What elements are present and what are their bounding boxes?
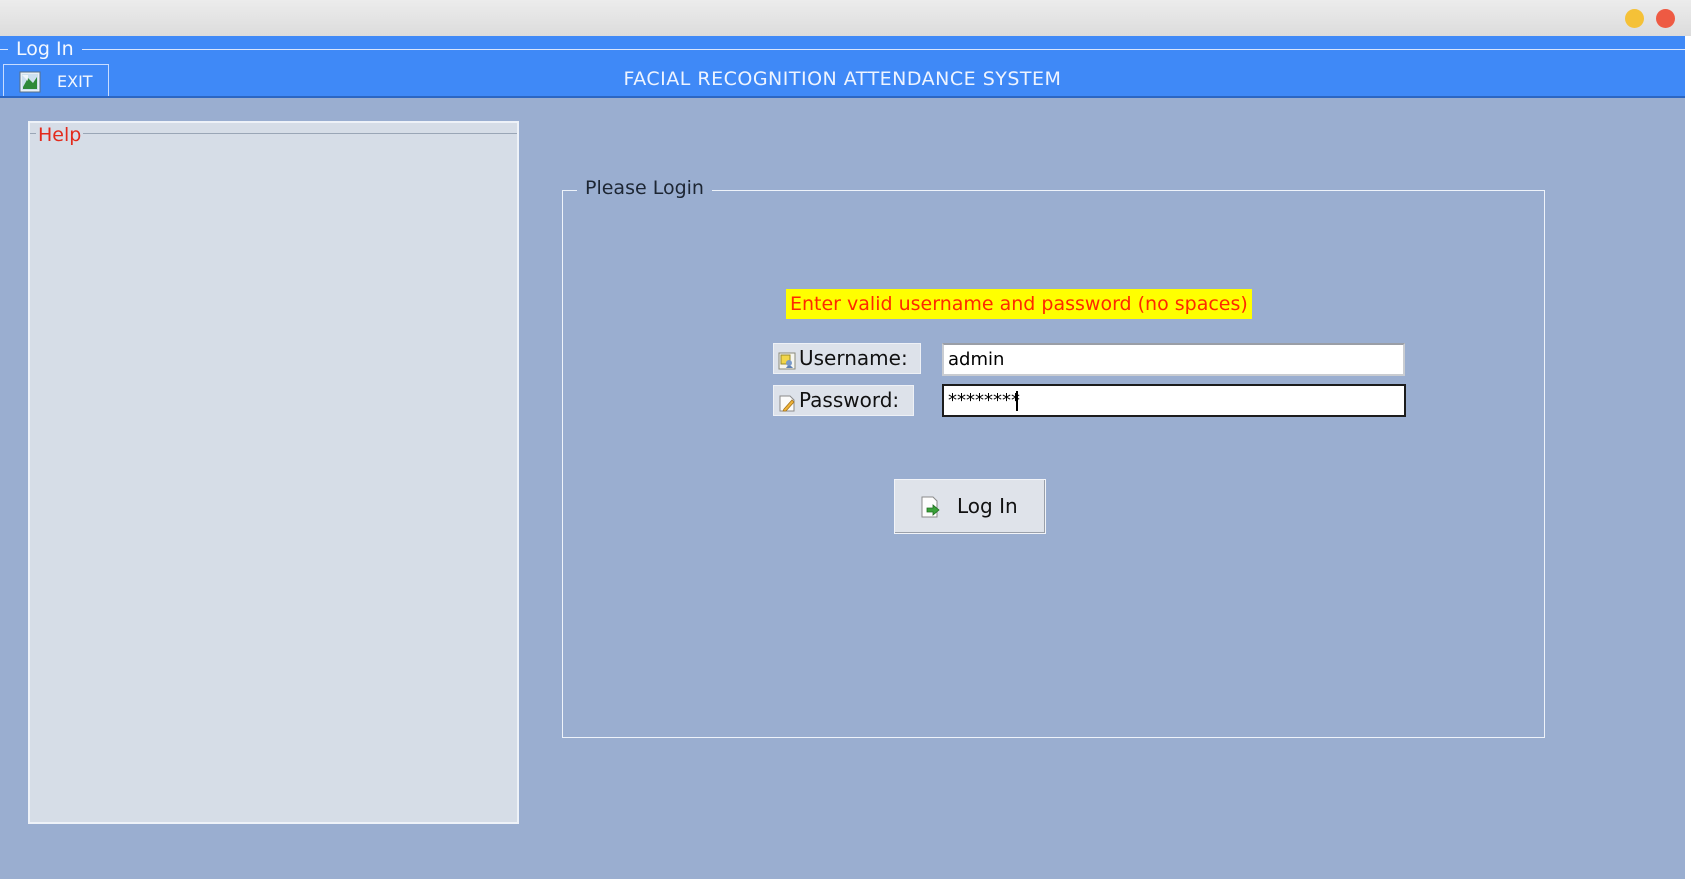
login-button-label: Log In xyxy=(957,494,1018,518)
password-label-text: Password: xyxy=(799,388,900,412)
help-panel: Help xyxy=(28,121,519,824)
app-frame: Log In EXIT FACIAL RECOGNITION ATTENDANC… xyxy=(0,36,1685,879)
help-legend: Help xyxy=(36,124,84,146)
password-label: Password: xyxy=(773,385,914,416)
close-button[interactable] xyxy=(1656,9,1675,28)
username-label-text: Username: xyxy=(799,346,908,370)
login-panel: Please Login Enter valid username and pa… xyxy=(562,177,1545,738)
username-input[interactable] xyxy=(942,343,1405,376)
help-border-line xyxy=(30,133,517,134)
login-arrow-icon xyxy=(919,496,941,523)
header-bar: Log In EXIT FACIAL RECOGNITION ATTENDANC… xyxy=(0,36,1685,98)
login-legend: Please Login xyxy=(577,177,712,199)
validation-message: Enter valid username and password (no sp… xyxy=(786,289,1252,319)
text-cursor xyxy=(1016,391,1018,411)
login-button[interactable]: Log In xyxy=(894,479,1046,534)
minimize-button[interactable] xyxy=(1625,9,1644,28)
edit-icon xyxy=(778,391,796,420)
window-titlebar xyxy=(0,0,1691,36)
frame-title: Log In xyxy=(8,38,82,60)
header-divider xyxy=(0,96,1685,98)
password-input[interactable] xyxy=(942,384,1406,417)
username-label: Username: xyxy=(773,343,921,374)
user-icon xyxy=(778,349,796,378)
app-title: FACIAL RECOGNITION ATTENDANCE SYSTEM xyxy=(623,68,1062,90)
frame-border-line xyxy=(0,49,1685,50)
